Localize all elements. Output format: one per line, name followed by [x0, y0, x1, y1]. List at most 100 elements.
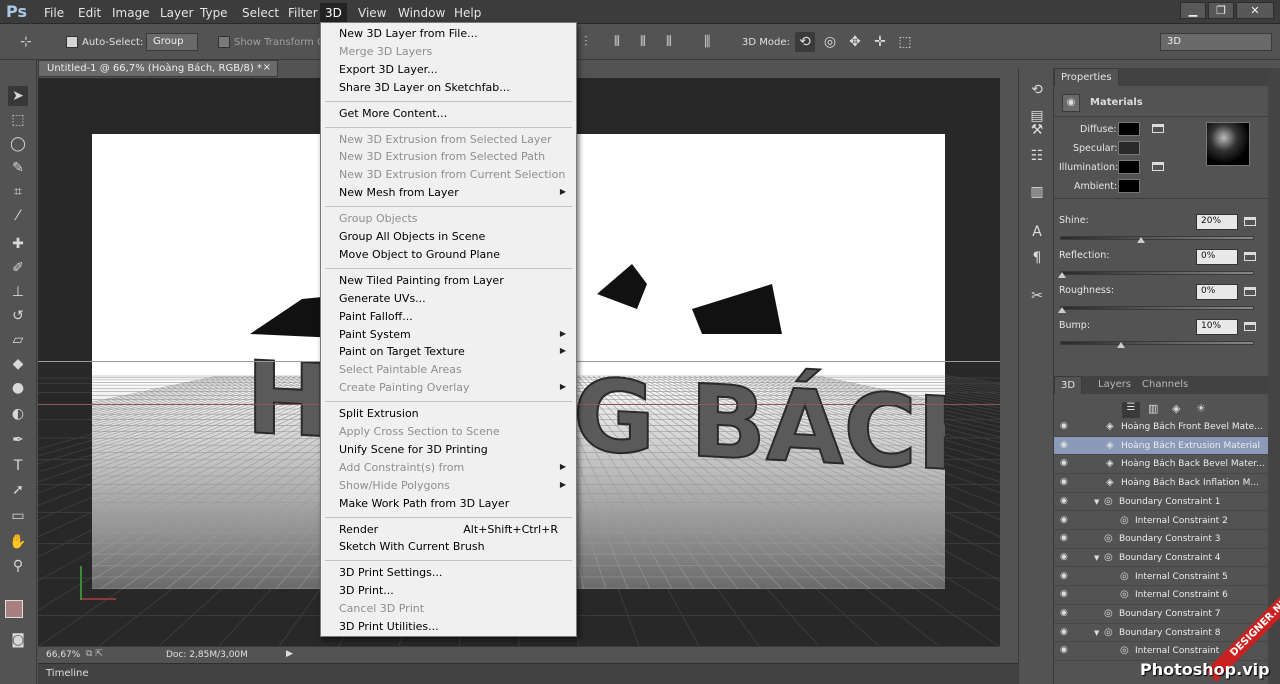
menu-item[interactable]: 3D Print Settings...: [321, 565, 576, 583]
clone-stamp-tool-icon[interactable]: ⊥: [8, 282, 28, 302]
visibility-eye-icon[interactable]: ◉: [1060, 496, 1070, 506]
menu-item[interactable]: New 3D Layer from File...: [321, 26, 576, 44]
menu-item[interactable]: Make Work Path from 3D Layer: [321, 496, 576, 514]
menu-item[interactable]: Paint on Target Texture ▶: [321, 344, 576, 362]
menu-filter[interactable]: Filter: [284, 5, 322, 21]
history-brush-tool-icon[interactable]: ↺: [8, 306, 28, 326]
property-slider[interactable]: [1060, 306, 1254, 310]
distribute-left-icon[interactable]: ⫴: [614, 34, 620, 50]
menu-edit[interactable]: Edit: [74, 5, 105, 21]
menu-item[interactable]: Split Extrusion: [321, 406, 576, 424]
distribute-right-icon[interactable]: ⫴: [666, 34, 672, 50]
path-selection-tool-icon[interactable]: ➚: [8, 480, 28, 500]
history-panel-icon[interactable]: ⟲: [1027, 80, 1047, 100]
healing-brush-tool-icon[interactable]: ✚: [8, 234, 28, 254]
menu-item[interactable]: Group All Objects in Scene: [321, 229, 576, 247]
lights-filter-icon[interactable]: ☀: [1196, 402, 1206, 415]
menu-item[interactable]: New Tiled Painting from Layer: [321, 273, 576, 291]
scene-row[interactable]: ◉ ◈ Hoàng Bách Front Bevel Mate...: [1054, 418, 1268, 437]
scene-row[interactable]: ◉ ▼ ◎ Boundary Constraint 4: [1054, 549, 1268, 568]
texture-folder-icon[interactable]: [1244, 287, 1256, 296]
visibility-eye-icon[interactable]: ◉: [1060, 590, 1070, 599]
slider-value-input[interactable]: 0%: [1196, 249, 1238, 265]
menu-window[interactable]: Window: [394, 5, 449, 21]
diffuse-folder-icon[interactable]: [1152, 124, 1164, 133]
dodge-tool-icon[interactable]: ◐: [8, 404, 28, 424]
visibility-eye-icon[interactable]: ◉: [1060, 552, 1070, 562]
scene-row[interactable]: ◉ ▼ ◎ Boundary Constraint 1: [1054, 493, 1268, 512]
quick-mask-icon[interactable]: ◙: [8, 630, 28, 650]
crop-tool-icon[interactable]: ⌗: [8, 182, 28, 202]
ambient-swatch[interactable]: [1118, 179, 1140, 193]
auto-select-checkbox[interactable]: [66, 36, 78, 48]
eraser-tool-icon[interactable]: ▱: [8, 330, 28, 350]
expand-arrow-icon[interactable]: ▼: [1094, 554, 1099, 562]
scene-row[interactable]: ◉ ◎ Boundary Constraint 7: [1054, 605, 1268, 624]
whole-scene-filter-icon[interactable]: ☰: [1122, 402, 1140, 418]
scene-row[interactable]: ◉ ◎ Internal Constraint 5: [1054, 568, 1268, 587]
texture-folder-icon[interactable]: [1244, 322, 1256, 331]
paint-bucket-tool-icon[interactable]: ◆: [8, 354, 28, 374]
scene-row[interactable]: ◉ ◈ Hoàng Bách Extrusion Material: [1054, 436, 1268, 456]
pen-tool-icon[interactable]: ✒: [8, 430, 28, 450]
property-slider[interactable]: [1060, 236, 1254, 240]
slider-handle[interactable]: [1058, 307, 1066, 313]
character-panel-icon[interactable]: A: [1027, 222, 1047, 242]
scene-row[interactable]: ◉ ◈ Hoàng Bách Back Inflation M...: [1054, 474, 1268, 493]
paragraph-panel-icon[interactable]: ¶: [1027, 248, 1047, 268]
visibility-eye-icon[interactable]: ◉: [1060, 478, 1070, 487]
menu-item[interactable]: New Mesh from Layer ▶: [321, 185, 576, 203]
workspace-dropdown[interactable]: 3D: [1160, 33, 1272, 51]
expand-arrow-icon[interactable]: ▼: [1094, 629, 1099, 637]
scene-row[interactable]: ◉ ◎ Internal Constraint 6: [1054, 586, 1268, 605]
timeline-label[interactable]: Timeline: [46, 668, 89, 679]
property-slider[interactable]: [1060, 271, 1254, 275]
layer-comps-icon[interactable]: ▥: [1027, 182, 1047, 202]
visibility-eye-icon[interactable]: ◉: [1060, 515, 1070, 525]
menu-item[interactable]: Share 3D Layer on Sketchfab...: [321, 80, 576, 98]
illumination-folder-icon[interactable]: [1152, 162, 1164, 171]
show-transform-checkbox[interactable]: [218, 36, 230, 48]
menu-file[interactable]: File: [40, 5, 68, 21]
visibility-eye-icon[interactable]: ◉: [1060, 534, 1070, 543]
quick-select-tool-icon[interactable]: ✎: [8, 158, 28, 178]
visibility-eye-icon[interactable]: ◉: [1060, 440, 1070, 450]
materials-filter-icon[interactable]: ◈: [1172, 402, 1180, 415]
slider-handle[interactable]: [1117, 342, 1126, 348]
document-tab[interactable]: Untitled-1 @ 66,7% (Hoàng Bách, RGB/8) *…: [38, 60, 278, 77]
minimize-button[interactable]: ▁: [1180, 2, 1206, 19]
visibility-eye-icon[interactable]: ◉: [1060, 571, 1070, 581]
menu-item[interactable]: 3D Print Utilities...: [321, 619, 576, 637]
menu-item[interactable]: Sketch With Current Brush: [321, 539, 576, 557]
specular-swatch[interactable]: [1118, 141, 1140, 155]
slide-3d-icon[interactable]: ✛: [870, 32, 890, 52]
scene-row[interactable]: ◉ ◎ Boundary Constraint 3: [1054, 530, 1268, 549]
menu-item[interactable]: Unify Scene for 3D Printing: [321, 442, 576, 460]
zoom-tool-icon[interactable]: ⚲: [8, 556, 28, 576]
status-menu-arrow[interactable]: ▶: [286, 649, 293, 659]
slider-handle[interactable]: [1058, 272, 1066, 278]
menu-3d[interactable]: 3D: [320, 3, 347, 23]
menu-item[interactable]: 3D Print...: [321, 583, 576, 601]
menu-view[interactable]: View: [354, 5, 390, 21]
visibility-eye-icon[interactable]: ◉: [1060, 627, 1070, 637]
type-tool-icon[interactable]: T: [8, 456, 28, 476]
close-tab-icon[interactable]: ×: [263, 62, 271, 73]
tab-properties[interactable]: Properties: [1054, 68, 1119, 86]
slider-value-input[interactable]: 20%: [1196, 214, 1238, 230]
meshes-filter-icon[interactable]: ▥: [1148, 402, 1158, 415]
rotate-3d-icon[interactable]: ⟲: [795, 32, 815, 52]
illumination-swatch[interactable]: [1118, 160, 1140, 174]
menu-item[interactable]: Move Object to Ground Plane: [321, 247, 576, 265]
menu-select[interactable]: Select: [238, 5, 283, 21]
menu-layer[interactable]: Layer: [156, 5, 197, 21]
visibility-eye-icon[interactable]: ◉: [1060, 646, 1070, 655]
menu-item[interactable]: Export 3D Layer...: [321, 62, 576, 80]
visibility-eye-icon[interactable]: ◉: [1060, 459, 1070, 468]
slider-handle[interactable]: [1136, 237, 1145, 243]
tab-channels[interactable]: Channels: [1136, 376, 1195, 394]
shape-tool-icon[interactable]: ▭: [8, 506, 28, 526]
move-tool-icon[interactable]: ➤: [8, 86, 28, 106]
tools-panel-icon[interactable]: ✂: [1027, 286, 1047, 306]
distribute-center-icon[interactable]: ⫴: [640, 34, 646, 50]
